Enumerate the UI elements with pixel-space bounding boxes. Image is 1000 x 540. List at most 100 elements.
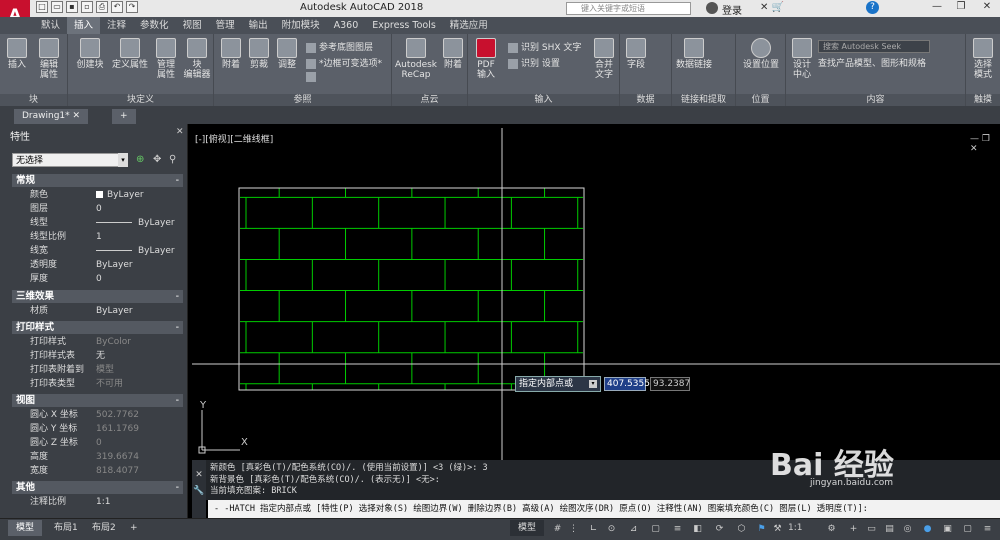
seek-search-input[interactable]: 搜索 Autodesk Seek xyxy=(818,40,930,53)
close-command-icon[interactable]: ✕ xyxy=(192,470,206,480)
prop-row-plottype[interactable]: 打印表类型 不可用 xyxy=(12,377,183,391)
osnap-icon[interactable]: ▢ xyxy=(650,524,661,535)
design-center-button[interactable]: 设计 中心 xyxy=(788,38,816,80)
section-3d-effects[interactable]: 三维效果 - xyxy=(12,290,183,303)
prop-row-layer[interactable]: 图层 0 xyxy=(12,202,183,216)
isolate-objects-icon[interactable]: ● xyxy=(922,524,933,535)
help-icon[interactable]: ? xyxy=(866,1,879,14)
set-location-button[interactable]: 设置位置 xyxy=(738,38,784,70)
attach-button[interactable]: 附着 xyxy=(218,38,244,70)
customize-menu-icon[interactable]: ≡ xyxy=(982,524,993,535)
seek-description[interactable]: 查找产品模型、图形和规格 xyxy=(818,56,926,69)
dynamic-input-y[interactable]: 93.2387 xyxy=(650,377,690,391)
panel-close-icon[interactable]: ✕ xyxy=(176,127,184,137)
model-space-button[interactable]: 模型 xyxy=(510,520,545,536)
section-view[interactable]: 视图 - xyxy=(12,394,183,407)
prop-row-transparency[interactable]: 透明度 ByLayer xyxy=(12,258,183,272)
user-icon[interactable] xyxy=(706,2,718,14)
collapse-icon[interactable]: - xyxy=(176,481,179,494)
adjust-button[interactable]: 调整 xyxy=(274,38,300,70)
prop-row-center-z[interactable]: 圆心 Z 坐标 0 xyxy=(12,436,183,450)
section-plot-style[interactable]: 打印样式 - xyxy=(12,321,183,334)
units-icon[interactable]: ▭ xyxy=(866,524,877,535)
collapse-icon[interactable]: - xyxy=(176,394,179,407)
define-attributes-button[interactable]: 定义属性 xyxy=(110,38,150,70)
exchange-icon[interactable]: ✕ 🛒 xyxy=(760,2,784,13)
annotation-scale-value[interactable]: 1:1 xyxy=(788,523,802,533)
merge-text-button[interactable]: 合并 文字 xyxy=(590,38,618,80)
clean-screen-icon[interactable]: ▢ xyxy=(962,524,973,535)
restore-icon[interactable]: ❐ xyxy=(950,1,972,15)
tab-annotate[interactable]: 注释 xyxy=(100,17,133,34)
edit-attributes-button[interactable]: 编辑 属性 xyxy=(34,38,64,80)
dynamic-input-x[interactable]: 407.5355 xyxy=(604,377,650,391)
save-as-icon[interactable]: ▫ xyxy=(81,1,93,13)
select-mode-button[interactable]: 选择 模式 xyxy=(968,38,998,80)
prop-row-annoscale[interactable]: 注释比例 1:1 xyxy=(12,495,183,509)
snap-mode-icon[interactable]: ⋮ xyxy=(568,524,579,535)
save-icon[interactable]: ▪ xyxy=(66,1,78,13)
layout-tab-1[interactable]: 布局1 xyxy=(46,520,86,536)
block-editor-button[interactable]: 块 编辑器 xyxy=(182,38,212,80)
prop-row-lineweight[interactable]: 线宽 ByLayer xyxy=(12,244,183,258)
annotation-visibility-icon[interactable]: ⚑ xyxy=(756,524,767,535)
tab-view[interactable]: 视图 xyxy=(176,17,209,34)
polar-icon[interactable]: ⊙ xyxy=(606,524,617,535)
chevron-down-icon[interactable]: ▾ xyxy=(118,153,128,167)
print-icon[interactable]: ⎙ xyxy=(96,1,108,13)
data-link-button[interactable]: 数据链接 xyxy=(674,38,714,70)
tab-default[interactable]: 默认 xyxy=(34,17,67,34)
quick-select-icon[interactable]: ⚲ xyxy=(169,154,176,165)
tab-parametric[interactable]: 参数化 xyxy=(133,17,176,34)
snap-underlay-button[interactable] xyxy=(306,72,319,83)
hardware-acceleration-icon[interactable]: ▣ xyxy=(942,524,953,535)
clip-button[interactable]: 剪裁 xyxy=(246,38,272,70)
grid-icon[interactable]: # xyxy=(552,524,563,535)
insert-block-button[interactable]: 插入 xyxy=(4,38,30,70)
recap-button[interactable]: Autodesk ReCap xyxy=(394,38,438,80)
layout-tab-2[interactable]: 布局2 xyxy=(84,520,124,536)
wrench-icon[interactable]: 🔧 xyxy=(192,486,206,496)
workspace-gear-icon[interactable]: ⚙ xyxy=(826,524,837,535)
ortho-icon[interactable]: ∟ xyxy=(588,524,599,535)
close-tab-icon[interactable]: ✕ xyxy=(73,111,81,121)
tab-a360[interactable]: A360 xyxy=(327,17,366,34)
tab-manage[interactable]: 管理 xyxy=(209,17,242,34)
annotation-monitor-icon[interactable]: + xyxy=(848,524,859,535)
underlay-layers-button[interactable]: 参考底图图层 xyxy=(306,40,373,53)
annotation-scale-icon[interactable]: ⚒ xyxy=(772,524,783,535)
3d-osnap-icon[interactable]: ⬡ xyxy=(736,524,747,535)
redo-icon[interactable]: ↷ xyxy=(126,1,138,13)
toggle-pickadd-icon[interactable]: ⊕ xyxy=(136,154,144,165)
tab-output[interactable]: 输出 xyxy=(242,17,275,34)
open-file-icon[interactable]: ▭ xyxy=(51,1,63,13)
command-input[interactable]: - -HATCH 指定内部点或 [特性(P) 选择对象(S) 绘图边界(W) 删… xyxy=(208,500,1000,518)
prop-row-plotstyle[interactable]: 打印样式 ByColor xyxy=(12,335,183,349)
isodraft-icon[interactable]: ⊿ xyxy=(628,524,639,535)
close-icon[interactable]: ✕ xyxy=(976,1,998,15)
tab-addins[interactable]: 附加模块 xyxy=(275,17,327,34)
create-block-button[interactable]: 创建块 xyxy=(72,38,108,70)
collapse-icon[interactable]: - xyxy=(176,321,179,334)
transparency-icon[interactable]: ◧ xyxy=(692,524,703,535)
document-tab-drawing1[interactable]: Drawing1* ✕ xyxy=(14,109,89,124)
section-misc[interactable]: 其他 - xyxy=(12,481,183,494)
quick-properties-icon[interactable]: ▤ xyxy=(884,524,895,535)
selection-dropdown[interactable]: 无选择 xyxy=(12,153,128,167)
recognize-shx-button[interactable]: 识别 SHX 文字 xyxy=(508,40,581,53)
add-layout-button[interactable]: + xyxy=(122,520,146,536)
help-search-input[interactable]: 键入关键字或短语 xyxy=(566,2,691,15)
prop-row-center-y[interactable]: 圆心 Y 坐标 161.1769 xyxy=(12,422,183,436)
options-arrow-icon[interactable]: ▾ xyxy=(589,380,597,388)
prop-row-center-x[interactable]: 圆心 X 坐标 502.7762 xyxy=(12,408,183,422)
collapse-icon[interactable]: - xyxy=(176,174,179,187)
pdf-import-button[interactable]: PDF 输入 xyxy=(472,38,500,80)
field-button[interactable]: 字段 xyxy=(622,38,650,70)
prop-row-height[interactable]: 高度 319.6674 xyxy=(12,450,183,464)
tab-featured-apps[interactable]: 精选应用 xyxy=(443,17,495,34)
lineweight-icon[interactable]: ≡ xyxy=(672,524,683,535)
new-tab-button[interactable]: + xyxy=(112,109,136,124)
prop-row-width[interactable]: 宽度 818.4077 xyxy=(12,464,183,478)
collapse-icon[interactable]: - xyxy=(176,290,179,303)
prop-row-plotattach[interactable]: 打印表附着到 模型 xyxy=(12,363,183,377)
